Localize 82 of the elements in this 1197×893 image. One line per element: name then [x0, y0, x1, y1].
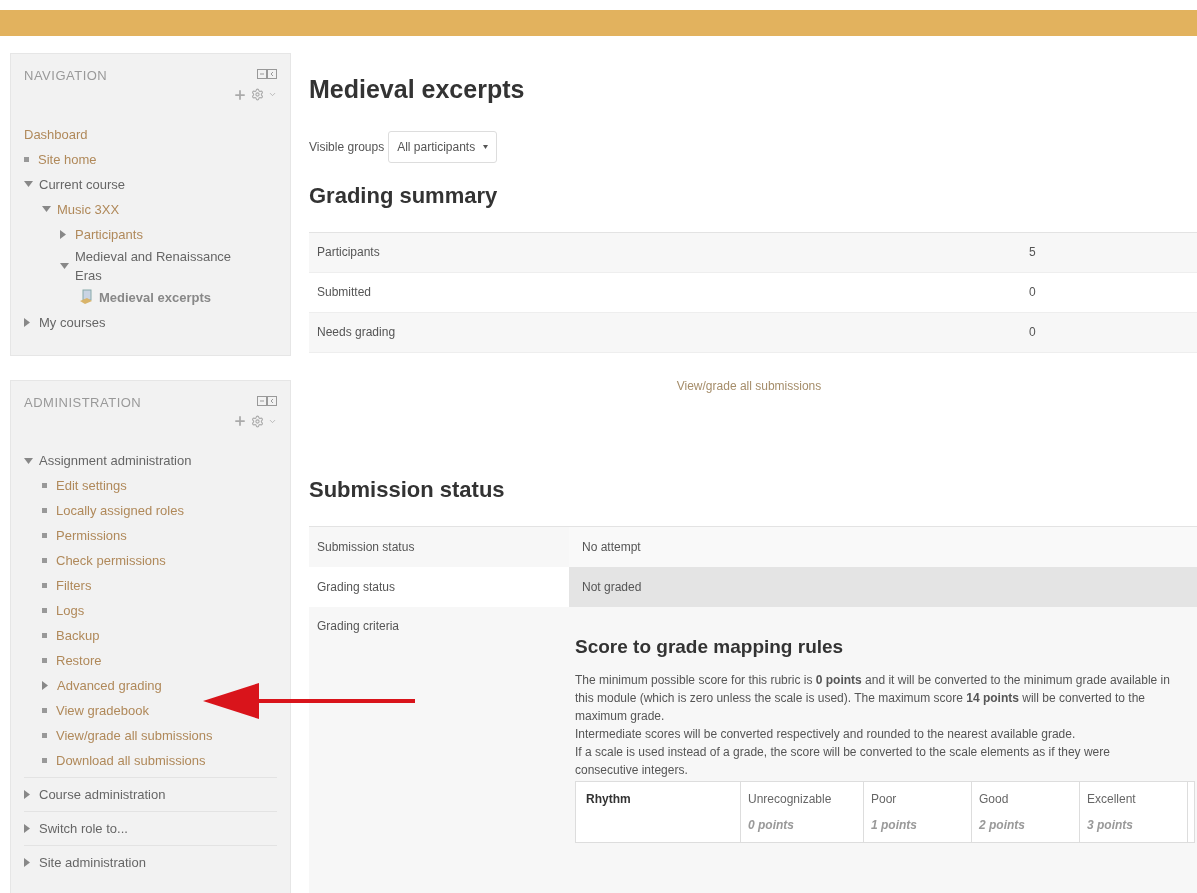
rubric-heading: Score to grade mapping rules [575, 634, 845, 659]
bullet-icon [42, 558, 47, 563]
collapsed-triangle-icon[interactable] [24, 317, 30, 327]
settings-icon[interactable] [251, 88, 264, 101]
nav-link[interactable]: View/grade all submissions [56, 726, 213, 745]
nav-link[interactable]: Logs [56, 601, 85, 620]
collapsed-triangle-icon[interactable] [60, 229, 66, 239]
table-cell-text: Submitted [316, 284, 373, 301]
bullet-icon [42, 483, 47, 488]
nav-link[interactable]: Backup [56, 626, 100, 645]
table-cell-text: Participants [316, 244, 381, 261]
assignment-icon [78, 289, 94, 305]
bullet-icon [42, 533, 47, 538]
table-cell-text: 0 [1029, 324, 1036, 341]
expanded-triangle-icon[interactable] [42, 206, 51, 212]
level-cell[interactable]: Poor 1 points [864, 782, 972, 842]
nav-item[interactable]: My courses [39, 312, 106, 332]
nav-link[interactable]: Participants [75, 224, 143, 244]
expanded-triangle-icon[interactable] [24, 457, 33, 464]
table-cell: No attempt [569, 526, 1197, 567]
expanded-triangle-icon[interactable] [24, 181, 33, 187]
level-cell[interactable]: Unrecognizable 0 points [741, 782, 864, 842]
nav-item[interactable]: Current course [39, 174, 125, 194]
nav-link[interactable]: Dashboard [24, 124, 88, 144]
nav-item[interactable]: Site administration [39, 853, 146, 872]
group-select[interactable]: All participants [388, 130, 498, 163]
block-title: ADMINISTRATION [24, 393, 142, 412]
collapsed-triangle-icon[interactable] [24, 790, 30, 799]
nav-link[interactable]: Locally assigned roles [56, 501, 184, 520]
dock-hide-icon[interactable] [257, 69, 277, 79]
bullet-icon [42, 633, 47, 638]
nav-link[interactable]: Site home [38, 149, 97, 169]
table-cell-text: Needs grading [316, 324, 397, 341]
add-icon[interactable] [233, 414, 247, 428]
collapsed-triangle-icon[interactable] [24, 824, 30, 833]
bullet-icon [42, 708, 47, 713]
rubric-paragraph: Intermediate scores will be converted respectively and rounded to the nearest available grade. [575, 726, 1077, 743]
bullet-icon [42, 658, 47, 663]
add-icon[interactable] [233, 87, 247, 102]
nav-link[interactable]: Restore [56, 651, 102, 670]
nav-item[interactable]: Switch role to... [39, 819, 128, 838]
level-cell[interactable]: Excellent 3 points [1080, 782, 1188, 842]
nav-item[interactable]: Assignment administration [39, 451, 192, 470]
nav-link[interactable]: Advanced grading [57, 676, 162, 695]
rubric-paragraph: The minimum possible score for this rubric is 0 points and it will be converted to the minimum grade available in this module (which is zero unless the scale is used). The maximum score 14 points will be converted to the maximum grade. [575, 672, 1170, 725]
nav-link[interactable]: Download all submissions [56, 751, 206, 770]
nav-link[interactable]: Edit settings [56, 476, 127, 495]
table-cell: Grading criteria [317, 618, 400, 633]
collapsed-triangle-icon[interactable] [42, 681, 48, 690]
table-cell-text: 0 [1029, 284, 1036, 301]
section-heading: Submission status [309, 475, 506, 504]
block-title: NAVIGATION [24, 67, 108, 85]
criterion-cell: Rhythm [576, 782, 741, 842]
section-heading: Grading summary [309, 181, 499, 210]
settings-icon[interactable] [251, 414, 264, 428]
table-cell: Submission status [309, 526, 569, 567]
nav-item[interactable]: Medieval excerpts [99, 287, 211, 307]
nav-item[interactable]: Medieval and Renaissance Eras [75, 246, 255, 285]
collapsed-triangle-icon[interactable] [24, 858, 30, 867]
bullet-icon [42, 508, 47, 513]
bullet-icon [42, 608, 47, 613]
expanded-triangle-icon[interactable] [60, 262, 69, 269]
nav-link[interactable]: Filters [56, 576, 92, 595]
page-title: Medieval excerpts [309, 74, 526, 105]
view-grade-link[interactable]: View/grade all submissions [676, 376, 822, 395]
table-cell-text: 5 [1029, 244, 1036, 261]
dropdown-icon [483, 144, 489, 149]
bullet-icon [42, 583, 47, 588]
bullet-icon [42, 758, 47, 763]
bullet-icon [24, 156, 29, 162]
nav-link[interactable]: View gradebook [56, 701, 149, 720]
table-cell: Not graded [569, 566, 1197, 607]
level-cell[interactable]: Good 2 points [972, 782, 1080, 842]
caret-icon[interactable] [268, 90, 277, 99]
rubric-paragraph: If a scale is used instead of a grade, the score will be converted to the scale elements as if they were consecutive integers. [575, 744, 1111, 779]
nav-link[interactable]: Music 3XX [57, 199, 120, 219]
nav-link[interactable]: Check permissions [56, 551, 166, 570]
field-label: Visible groups [309, 138, 385, 156]
nav-item[interactable]: Course administration [39, 785, 166, 804]
nav-link[interactable]: Permissions [56, 526, 127, 545]
bullet-icon [42, 733, 47, 738]
dock-hide-icon[interactable] [257, 395, 277, 406]
